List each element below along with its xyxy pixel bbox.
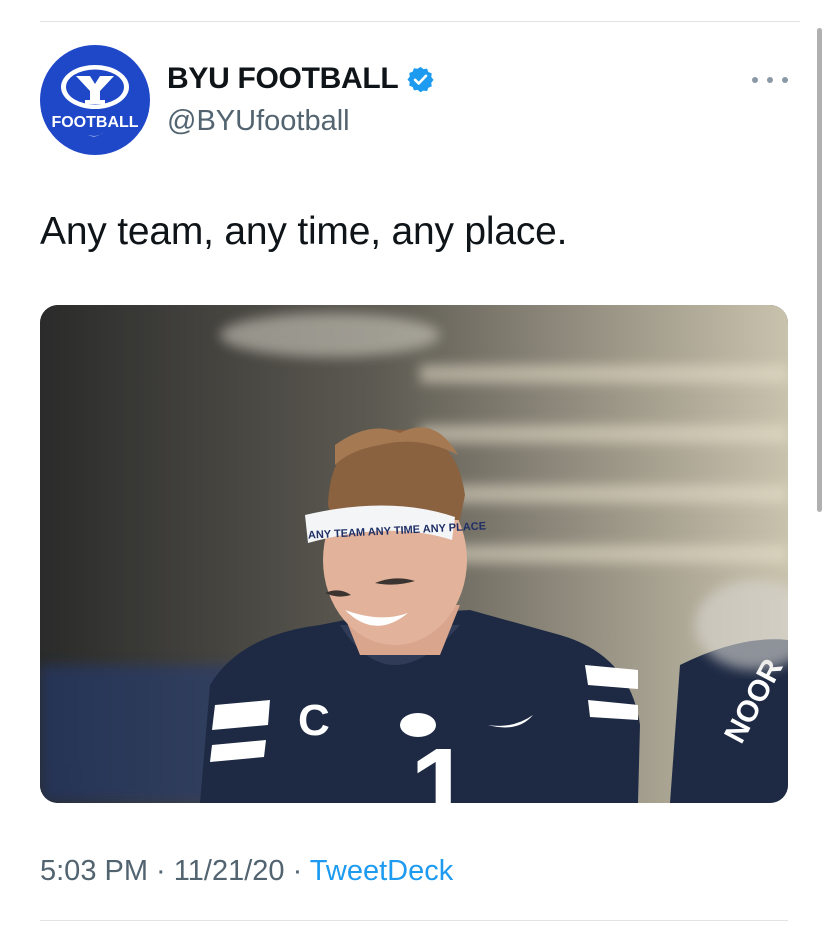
tweet-photo[interactable]: C 1 ANY TEAM ANY TIME ANY PLACE NOOR <box>40 305 788 803</box>
verified-badge-icon <box>407 66 434 92</box>
user-handle[interactable]: @BYUfootball <box>167 105 350 138</box>
avatar[interactable]: FOOTBALL <box>40 45 150 155</box>
separator: · <box>284 855 310 887</box>
jersey-number: 1 <box>410 726 471 803</box>
jersey-letter: C <box>298 696 330 745</box>
dot <box>782 77 788 83</box>
top-divider <box>40 21 800 22</box>
separator: · <box>148 855 174 887</box>
tweet-text: Any team, any time, any place. <box>40 210 568 253</box>
dot <box>752 77 758 83</box>
tweet-time[interactable]: 5:03 PM <box>40 855 148 887</box>
tweet-source-link[interactable]: TweetDeck <box>310 855 453 887</box>
scrollbar[interactable] <box>817 28 822 512</box>
tweet-metadata: 5:03 PM · 11/21/20 · TweetDeck <box>40 855 453 888</box>
bottom-divider <box>40 920 788 921</box>
avatar-wordmark: FOOTBALL <box>51 114 138 131</box>
dot <box>767 77 773 83</box>
display-name-text[interactable]: BYU FOOTBALL <box>167 62 399 96</box>
more-options-icon[interactable] <box>752 68 788 92</box>
display-name[interactable]: BYU FOOTBALL <box>167 62 435 96</box>
tweet-date[interactable]: 11/21/20 <box>174 855 285 887</box>
